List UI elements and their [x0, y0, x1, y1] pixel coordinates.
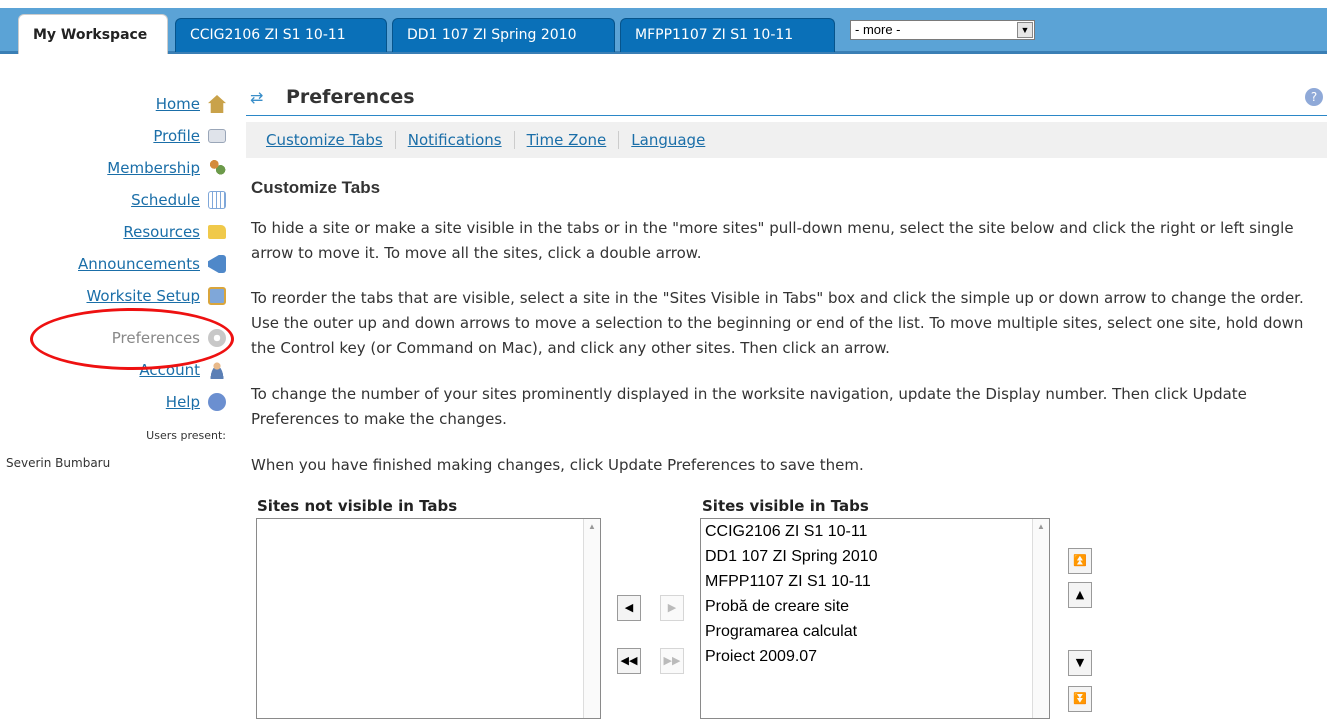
list-item[interactable]: Probă de creare site	[701, 594, 1049, 619]
sites-not-visible-list[interactable]: ▲	[256, 518, 601, 719]
home-icon	[208, 95, 226, 113]
nav-link[interactable]: Membership	[107, 159, 200, 177]
sites-visible-list[interactable]: CCIG2106 ZI S1 10-11 DD1 107 ZI Spring 2…	[700, 518, 1050, 719]
tool-title-bar: ⇄ Preferences ?	[246, 80, 1327, 116]
account-person-icon	[208, 361, 226, 379]
move-all-right-button[interactable]: ▶▶	[660, 648, 684, 674]
site-tab-bar: My Workspace CCIG2106 ZI S1 10-11 DD1 10…	[0, 0, 1327, 54]
help-icon	[208, 393, 226, 411]
instruction-paragraph: To change the number of your sites promi…	[251, 385, 1247, 428]
chevron-down-icon[interactable]: ▼	[1017, 22, 1033, 38]
divider	[618, 131, 620, 149]
reload-arrows-icon[interactable]: ⇄	[250, 88, 263, 107]
instruction-paragraph: To hide a site or make a site visible in…	[251, 219, 1294, 262]
calendar-icon	[208, 191, 226, 209]
nav-link[interactable]: Worksite Setup	[86, 287, 200, 305]
subnav-customize-tabs[interactable]: Customize Tabs	[266, 131, 383, 149]
tab-mfpp1107[interactable]: MFPP1107 ZI S1 10-11	[620, 18, 835, 52]
tab-dd1-107[interactable]: DD1 107 ZI Spring 2010	[392, 18, 615, 52]
tab-ccig2106[interactable]: CCIG2106 ZI S1 10-11	[175, 18, 387, 52]
instruction-paragraph: To reorder the tabs that are visible, se…	[251, 289, 1304, 357]
highlight-ellipse	[30, 308, 234, 370]
nav-link[interactable]: Announcements	[78, 255, 200, 273]
nav-link[interactable]: Home	[156, 95, 200, 113]
subnav-language[interactable]: Language	[631, 131, 705, 149]
instruction-paragraph: When you have finished making changes, c…	[251, 456, 864, 474]
profile-card-icon	[208, 129, 226, 143]
nav-link[interactable]: Profile	[153, 127, 200, 145]
folder-icon	[208, 225, 226, 239]
move-down-button[interactable]: ▼	[1068, 650, 1092, 676]
nav-item-resources[interactable]: Resources	[123, 220, 226, 244]
nav-item-membership[interactable]: Membership	[107, 156, 226, 180]
page-title: Preferences	[286, 86, 415, 108]
list-item[interactable]: Proiect 2009.07	[701, 644, 1049, 669]
more-sites-value: - more -	[855, 22, 901, 37]
nav-item-profile[interactable]: Profile	[153, 124, 226, 148]
move-to-bottom-button[interactable]: ⏬	[1068, 686, 1092, 712]
nav-link[interactable]: Schedule	[131, 191, 200, 209]
user-present-name: Severin Bumbaru	[6, 456, 111, 470]
scroll-up-icon[interactable]: ▲	[588, 522, 596, 531]
users-present-label: Users present:	[146, 429, 226, 442]
move-all-left-button[interactable]: ◀◀	[617, 648, 641, 674]
tab-label: DD1 107 ZI Spring 2010	[407, 27, 577, 43]
worksite-setup-icon	[208, 287, 226, 305]
nav-item-help[interactable]: Help	[166, 390, 226, 414]
membership-people-icon	[208, 159, 226, 177]
not-visible-label: Sites not visible in Tabs	[257, 497, 458, 515]
tab-my-workspace[interactable]: My Workspace	[18, 14, 168, 54]
nav-item-worksite-setup[interactable]: Worksite Setup	[86, 284, 226, 308]
list-item[interactable]: MFPP1107 ZI S1 10-11	[701, 569, 1049, 594]
move-right-button[interactable]: ▶	[660, 595, 684, 621]
nav-item-schedule[interactable]: Schedule	[131, 188, 226, 212]
section-heading: Customize Tabs	[251, 178, 381, 197]
divider	[513, 131, 515, 149]
tab-label: My Workspace	[33, 27, 148, 43]
list-item[interactable]: DD1 107 ZI Spring 2010	[701, 544, 1049, 569]
tab-label: MFPP1107 ZI S1 10-11	[635, 27, 794, 43]
move-to-top-button[interactable]: ⏫	[1068, 548, 1092, 574]
tab-label: CCIG2106 ZI S1 10-11	[190, 27, 346, 43]
nav-link[interactable]: Resources	[123, 223, 200, 241]
subnav-notifications[interactable]: Notifications	[408, 131, 502, 149]
help-icon[interactable]: ?	[1305, 88, 1323, 106]
nav-item-announcements[interactable]: Announcements	[78, 252, 226, 276]
scrollbar[interactable]: ▲	[1032, 519, 1049, 718]
megaphone-icon	[208, 255, 226, 273]
nav-item-home[interactable]: Home	[156, 92, 226, 116]
visible-label: Sites visible in Tabs	[702, 497, 869, 515]
more-sites-dropdown[interactable]: - more - ▼	[850, 20, 1035, 40]
scrollbar[interactable]: ▲	[583, 519, 600, 718]
preferences-subnav: Customize Tabs Notifications Time Zone L…	[246, 122, 1327, 158]
move-up-button[interactable]: ▲	[1068, 582, 1092, 608]
scroll-up-icon[interactable]: ▲	[1037, 522, 1045, 531]
move-left-button[interactable]: ◀	[617, 595, 641, 621]
divider	[394, 131, 396, 149]
subnav-time-zone[interactable]: Time Zone	[527, 131, 607, 149]
nav-link[interactable]: Help	[166, 393, 200, 411]
list-item[interactable]: Programarea calculat	[701, 619, 1049, 644]
list-item[interactable]: CCIG2106 ZI S1 10-11	[701, 519, 1049, 544]
